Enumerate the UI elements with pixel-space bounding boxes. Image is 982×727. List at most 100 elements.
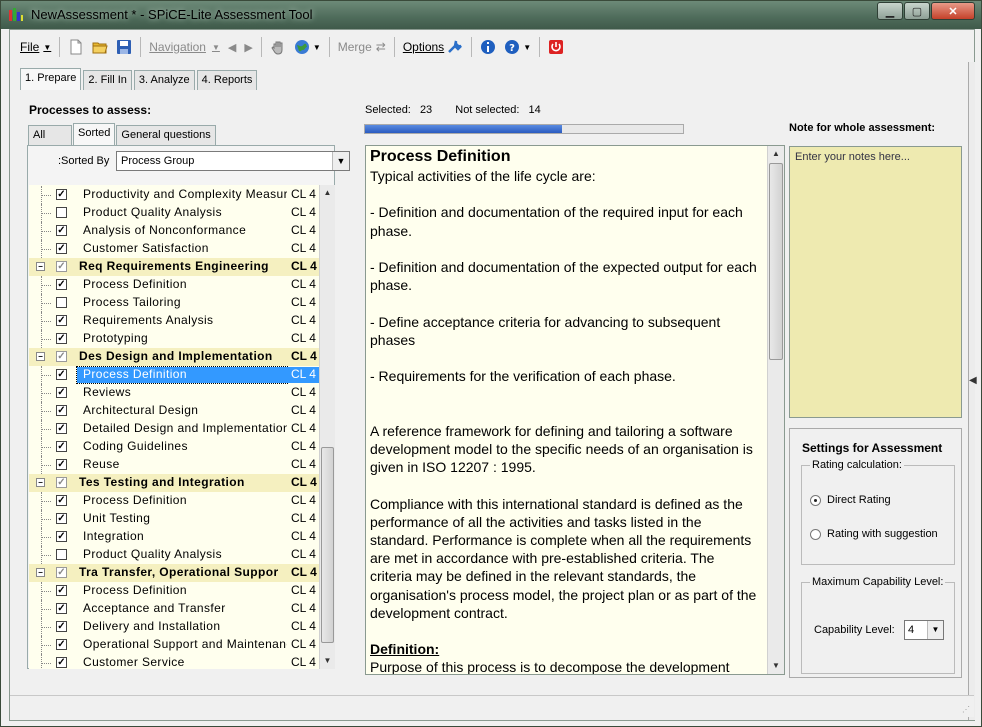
scroll-up-icon[interactable]: ▲ [768, 146, 784, 162]
collapse-group-icon[interactable]: − [36, 478, 45, 487]
checkbox-checked-icon[interactable]: ✓ [56, 333, 67, 344]
process-row[interactable]: ✓ Prototyping CL 4 [29, 330, 335, 348]
process-row[interactable]: Product Quality Analysis CL 4 [29, 546, 335, 564]
checkbox-checked-icon[interactable]: ✓ [56, 567, 67, 578]
process-row[interactable]: ✓ Process Definition CL 4 [29, 276, 335, 294]
title-bar[interactable]: NewAssessment * - SPiCE-Lite Assessment … [1, 1, 981, 29]
process-row[interactable]: ✓ Process Definition CL 4 [29, 366, 335, 384]
checkbox-checked-icon[interactable]: ✓ [56, 531, 67, 542]
rating-with-suggestion-radio[interactable]: Rating with suggestion [810, 528, 938, 540]
process-row[interactable]: ✓ Reviews CL 4 [29, 384, 335, 402]
process-name: Analysis of Nonconformance [83, 223, 247, 237]
process-row[interactable]: ✓ Acceptance and Transfer CL 4 [29, 600, 335, 618]
save-button[interactable] [112, 35, 136, 59]
checkbox-checked-icon[interactable]: ✓ [56, 423, 67, 434]
checkbox-unchecked-icon[interactable] [56, 549, 67, 560]
assessment-note-input[interactable]: Enter your notes here... [789, 146, 962, 418]
checkbox-checked-icon[interactable]: ✓ [56, 603, 67, 614]
navigation-menu[interactable]: Navigation ▼ [145, 35, 224, 59]
collapse-group-icon[interactable]: − [36, 262, 45, 271]
exit-button[interactable] [544, 35, 568, 59]
tab-general-questions[interactable]: General questions [116, 125, 216, 145]
checkbox-checked-icon[interactable]: ✓ [56, 477, 67, 488]
checkbox-checked-icon[interactable]: ✓ [56, 243, 67, 254]
process-group-row[interactable]: − ✓ Req Requirements Engineering CL 4 [29, 258, 335, 276]
checkbox-checked-icon[interactable]: ✓ [56, 513, 67, 524]
direct-rating-radio[interactable]: Direct Rating [810, 494, 891, 506]
process-group-row[interactable]: − ✓ Tra Transfer, Operational Suppor CL 4 [29, 564, 335, 582]
help-button[interactable]: ? ▼ [500, 35, 535, 59]
description-scroll-thumb[interactable] [769, 163, 783, 360]
checkbox-checked-icon[interactable]: ✓ [56, 405, 67, 416]
tree-scroll-thumb[interactable] [321, 447, 334, 643]
checkbox-checked-icon[interactable]: ✓ [56, 369, 67, 380]
scroll-down-icon[interactable]: ▼ [320, 653, 335, 669]
collapse-group-icon[interactable]: − [36, 568, 45, 577]
process-row[interactable]: ✓ Detailed Design and Implementation CL 4 [29, 420, 335, 438]
tab-analyze[interactable]: 3. Analyze [133, 70, 195, 90]
checkbox-checked-icon[interactable]: ✓ [56, 387, 67, 398]
open-button[interactable] [88, 35, 112, 59]
process-row[interactable]: ✓ Customer Satisfaction CL 4 [29, 240, 335, 258]
merge-button[interactable]: Merge ⇄ [334, 35, 390, 59]
collapse-group-icon[interactable]: − [36, 352, 45, 361]
back-button[interactable]: ◀ [224, 35, 240, 59]
options-button[interactable]: Options [399, 35, 467, 59]
tab-prepare[interactable]: 1. Prepare [20, 68, 82, 90]
process-row[interactable]: ✓ Process Definition CL 4 [29, 492, 335, 510]
forward-button[interactable]: ▶ [240, 35, 256, 59]
new-button[interactable] [64, 35, 88, 59]
checkbox-checked-icon[interactable]: ✓ [56, 315, 67, 326]
close-button[interactable]: ✕ [931, 2, 975, 20]
process-row[interactable]: ✓ Requirements Analysis CL 4 [29, 312, 335, 330]
checkbox-checked-icon[interactable]: ✓ [56, 459, 67, 470]
side-panel-splitter[interactable] [968, 62, 975, 720]
sort-by-dropdown[interactable]: Process Group ▼ [116, 151, 350, 171]
web-button[interactable]: ▼ [290, 35, 325, 59]
file-menu[interactable]: File ▼ [16, 35, 55, 59]
checkbox-checked-icon[interactable]: ✓ [56, 279, 67, 290]
process-row[interactable]: ✓ Unit Testing CL 4 [29, 510, 335, 528]
tab-fill-in[interactable]: 2. Fill In [83, 70, 132, 90]
process-row[interactable]: ✓ Integration CL 4 [29, 528, 335, 546]
checkbox-unchecked-icon[interactable] [56, 297, 67, 308]
minimize-button[interactable]: ▁ [877, 2, 903, 20]
resize-grip-icon[interactable]: ⋰ [962, 705, 972, 715]
process-row[interactable]: ✓ Customer Service CL 4 [29, 654, 335, 669]
process-row[interactable]: ✓ Process Definition CL 4 [29, 582, 335, 600]
checkbox-checked-icon[interactable]: ✓ [56, 585, 67, 596]
checkbox-checked-icon[interactable]: ✓ [56, 639, 67, 650]
process-row[interactable]: ✓ Analysis of Nonconformance CL 4 [29, 222, 335, 240]
checkbox-checked-icon[interactable]: ✓ [56, 441, 67, 452]
checkbox-checked-icon[interactable]: ✓ [56, 261, 67, 272]
checkbox-checked-icon[interactable]: ✓ [56, 189, 67, 200]
maximize-button[interactable]: ▢ [904, 2, 930, 20]
process-row[interactable]: ✓ Productivity and Complexity Measur CL 4 [29, 186, 335, 204]
process-group-row[interactable]: − ✓ Des Design and Implementation CL 4 [29, 348, 335, 366]
process-row[interactable]: ✓ Operational Support and Maintenanc CL 4 [29, 636, 335, 654]
collapse-arrow-icon[interactable]: ◀ [969, 375, 977, 386]
checkbox-checked-icon[interactable]: ✓ [56, 351, 67, 362]
scroll-down-icon[interactable]: ▼ [768, 658, 784, 674]
checkbox-checked-icon[interactable]: ✓ [56, 657, 67, 668]
capability-level-dropdown[interactable]: 4 ▼ [904, 620, 944, 640]
process-row[interactable]: ✓ Reuse CL 4 [29, 456, 335, 474]
checkbox-checked-icon[interactable]: ✓ [56, 621, 67, 632]
tab-sorted[interactable]: Sorted [73, 123, 116, 145]
tree-scrollbar[interactable]: ▲ ▼ [319, 185, 335, 669]
scroll-up-icon[interactable]: ▲ [320, 185, 335, 201]
process-row[interactable]: ✓ Coding Guidelines CL 4 [29, 438, 335, 456]
checkbox-checked-icon[interactable]: ✓ [56, 495, 67, 506]
process-row[interactable]: ✓ Architectural Design CL 4 [29, 402, 335, 420]
hand-tool-button[interactable] [266, 35, 290, 59]
process-row[interactable]: Process Tailoring CL 4 [29, 294, 335, 312]
process-row[interactable]: ✓ Delivery and Installation CL 4 [29, 618, 335, 636]
tab-reports[interactable]: 4. Reports [196, 70, 258, 90]
description-scrollbar[interactable]: ▲ ▼ [767, 146, 784, 674]
tab-all[interactable]: All [28, 125, 72, 145]
process-group-row[interactable]: − ✓ Tes Testing and Integration CL 4 [29, 474, 335, 492]
process-row[interactable]: Product Quality Analysis CL 4 [29, 204, 335, 222]
checkbox-unchecked-icon[interactable] [56, 207, 67, 218]
info-button[interactable] [476, 35, 500, 59]
checkbox-checked-icon[interactable]: ✓ [56, 225, 67, 236]
